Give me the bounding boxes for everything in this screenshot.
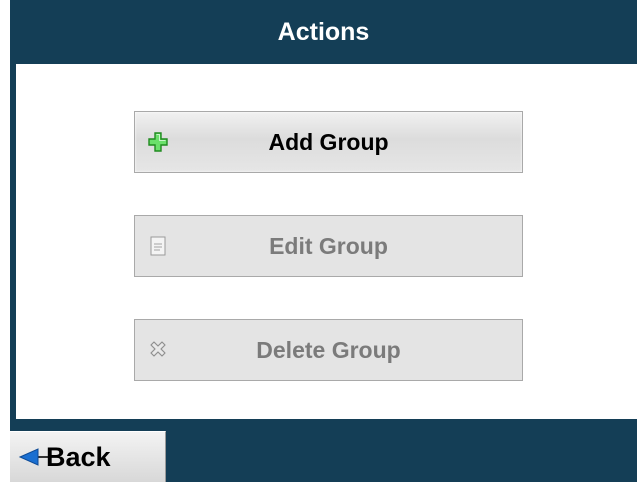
- left-arrow-icon: [18, 448, 48, 466]
- actions-content: Add Group Edit Group Delete Group: [16, 64, 637, 419]
- delete-group-label: Delete Group: [256, 337, 401, 363]
- add-group-label: Add Group: [268, 129, 389, 155]
- window: Actions Add Group Edit Group Delete Grou…: [0, 0, 637, 482]
- delete-group-button[interactable]: Delete Group: [134, 319, 523, 381]
- back-label: Back: [46, 442, 111, 472]
- page-title: Actions: [277, 18, 370, 46]
- back-button[interactable]: Back: [10, 431, 166, 482]
- edit-group-label: Edit Group: [269, 233, 388, 259]
- edit-group-button[interactable]: Edit Group: [134, 215, 523, 277]
- add-group-button[interactable]: Add Group: [134, 111, 523, 173]
